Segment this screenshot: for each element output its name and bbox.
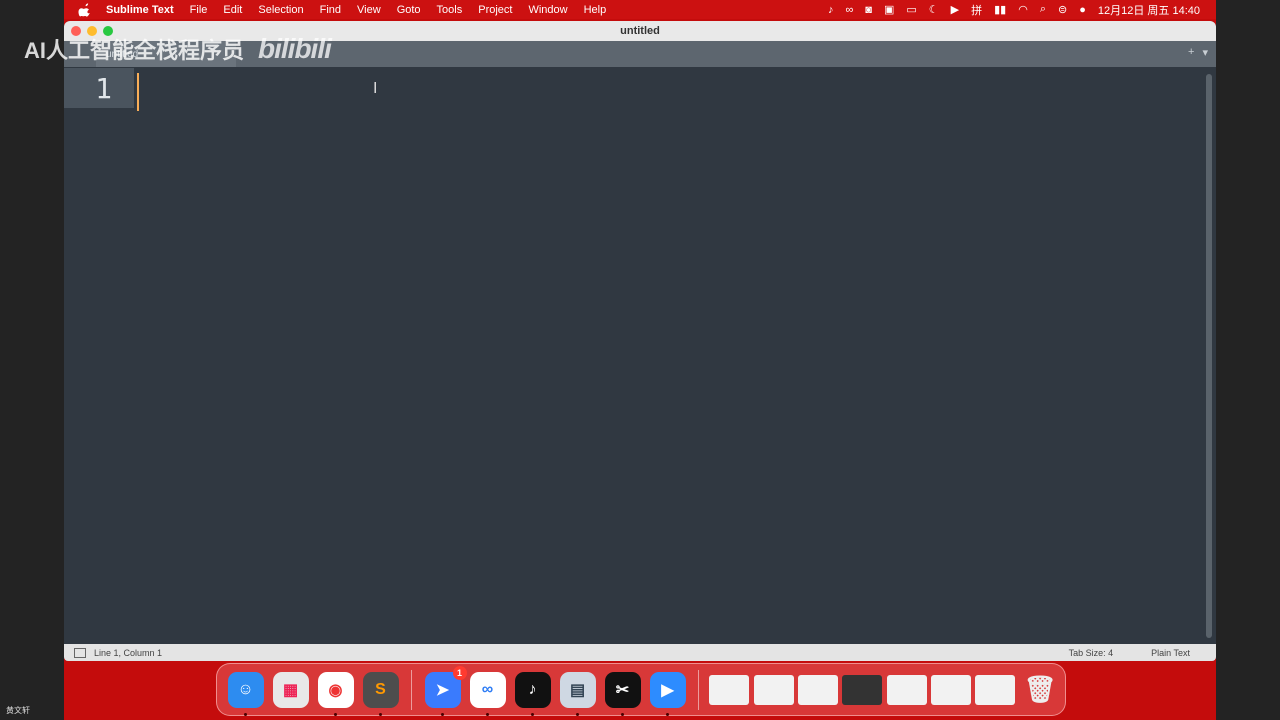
battery-icon[interactable]: ▮▮ — [994, 3, 1006, 16]
dock-capcut[interactable]: ✂ — [604, 671, 641, 716]
capcut-icon: ✂ — [615, 681, 630, 699]
menu-find[interactable]: Find — [320, 4, 341, 16]
tab-actions: + ▾ — [1188, 46, 1208, 59]
watermark-text: AI人工智能全栈程序员 — [24, 38, 245, 63]
bilibili-logo: bilibili — [258, 33, 332, 64]
chrome-icon: ◉ — [328, 681, 343, 699]
input-method-icon[interactable]: 拼 — [971, 2, 982, 18]
finder-icon: ☺ — [237, 680, 254, 698]
douyin-status-icon[interactable]: ♪ — [828, 4, 834, 16]
running-indicator — [665, 712, 669, 716]
dock-launchpad[interactable]: ▦ — [272, 671, 309, 708]
trash-icon: 🗑 — [1023, 674, 1057, 704]
control-center-icon[interactable]: ⊜ — [1058, 3, 1067, 16]
cursor-position: Line 1, Column 1 — [94, 647, 163, 658]
line-number-gutter: 1 — [64, 68, 134, 108]
zoom-icon: ▶ — [661, 681, 674, 699]
dock: ☺ ▦ ◉ S ➤ 1 ∞ ♪ ▤ ✂ ▶ 🗑 — [216, 663, 1066, 716]
apple-icon[interactable] — [78, 2, 92, 17]
dock-douyin[interactable]: ♪ — [514, 671, 551, 716]
dock-baidu-netdisk[interactable]: ∞ — [469, 671, 506, 716]
wifi-icon[interactable]: ◠ — [1018, 3, 1028, 16]
status-bar: Line 1, Column 1 Tab Size: 4 Plain Text — [64, 644, 1216, 661]
recorder-status-icon[interactable]: ◙ — [865, 4, 872, 16]
netdisk-status-icon[interactable]: ∞ — [845, 4, 853, 16]
window-title: untitled — [620, 25, 660, 37]
dock-zoom[interactable]: ▶ — [649, 671, 686, 716]
running-indicator — [530, 712, 534, 716]
running-indicator — [575, 712, 579, 716]
menu-view[interactable]: View — [357, 4, 381, 16]
moon-icon[interactable]: ☾ — [929, 3, 939, 16]
screen-status-icon[interactable]: ▭ — [906, 3, 916, 16]
running-indicator — [378, 712, 382, 716]
running-indicator — [620, 712, 624, 716]
menu-goto[interactable]: Goto — [397, 4, 421, 16]
dock-chrome[interactable]: ◉ — [317, 671, 354, 716]
new-tab-plus-icon[interactable]: + — [1188, 46, 1194, 59]
menu-selection[interactable]: Selection — [258, 4, 303, 16]
desktop-screen: Sublime Text File Edit Selection Find Vi… — [64, 0, 1216, 720]
editor-area[interactable]: 1 I — [64, 68, 1216, 644]
minimized-window-thumbnail[interactable] — [931, 674, 972, 705]
dock-preview[interactable]: ▤ — [559, 671, 596, 716]
menu-edit[interactable]: Edit — [223, 4, 242, 16]
sublime-icon: S — [375, 680, 386, 698]
status-right: Tab Size: 4 Plain Text — [1069, 648, 1216, 658]
vertical-scrollbar[interactable] — [1206, 74, 1212, 638]
menu-project[interactable]: Project — [478, 4, 512, 16]
dock-separator — [411, 669, 412, 710]
dock-sublime[interactable]: S — [362, 671, 399, 716]
minimized-window-thumbnail[interactable] — [797, 674, 838, 705]
notification-badge: 1 — [452, 665, 467, 680]
dock-finder[interactable]: ☺ — [227, 671, 264, 716]
tab-dropdown-icon[interactable]: ▾ — [1202, 46, 1208, 59]
running-indicator — [333, 712, 337, 716]
menu-tools[interactable]: Tools — [437, 4, 463, 16]
siri-icon[interactable]: ● — [1079, 4, 1086, 16]
line-number: 1 — [95, 71, 112, 105]
running-indicator — [440, 712, 444, 716]
syntax-selector[interactable]: Plain Text — [1151, 648, 1190, 658]
play-status-icon[interactable]: ▶ — [951, 3, 959, 16]
left-letterbox: 黄文轩 — [0, 0, 64, 720]
launchpad-icon: ▦ — [282, 681, 299, 699]
ibeam-cursor-icon: I — [373, 80, 378, 97]
minimized-window-thumbnail[interactable] — [753, 674, 794, 705]
menu-file[interactable]: File — [190, 4, 208, 16]
menu-extras: ♪ ∞ ◙ ▣ ▭ ☾ ▶ 拼 ▮▮ ◠ ⌕ ⊜ ● 12月12日 周五 14:… — [828, 2, 1216, 18]
netdisk-icon: ∞ — [481, 680, 494, 698]
sublime-window: untitled untitled + ▾ 1 I Line 1, Column… — [64, 21, 1216, 661]
text-cursor — [137, 73, 139, 111]
douyin-icon: ♪ — [528, 680, 537, 698]
feishu-icon: ➤ — [435, 681, 450, 699]
watermark: AI人工智能全栈程序员 bilibili — [24, 33, 332, 65]
running-indicator — [485, 712, 489, 716]
menu-help[interactable]: Help — [584, 4, 607, 16]
running-indicator — [243, 712, 247, 716]
preview-icon: ▤ — [569, 681, 586, 699]
menu-window[interactable]: Window — [528, 4, 567, 16]
dock-trash[interactable]: 🗑 — [1022, 672, 1058, 708]
tab-size-selector[interactable]: Tab Size: 4 — [1069, 648, 1114, 658]
minimized-window-thumbnail[interactable] — [709, 674, 750, 705]
menu-bar: Sublime Text File Edit Selection Find Vi… — [64, 0, 1216, 19]
menu-app-name[interactable]: Sublime Text — [106, 4, 174, 16]
minimized-window-thumbnail[interactable] — [842, 674, 883, 705]
clock[interactable]: 12月12日 周五 14:40 — [1098, 2, 1200, 18]
minimized-window-thumbnail[interactable] — [886, 674, 927, 705]
panel-toggle-icon[interactable] — [74, 647, 86, 658]
notification-status-icon[interactable]: ▣ — [884, 3, 894, 16]
right-letterbox — [1216, 0, 1280, 720]
dock-feishu[interactable]: ➤ 1 — [424, 665, 467, 716]
dock-separator — [698, 669, 699, 710]
minimized-window-thumbnail[interactable] — [975, 674, 1016, 705]
search-icon[interactable]: ⌕ — [1040, 3, 1046, 16]
corner-username: 黄文轩 — [6, 706, 30, 715]
